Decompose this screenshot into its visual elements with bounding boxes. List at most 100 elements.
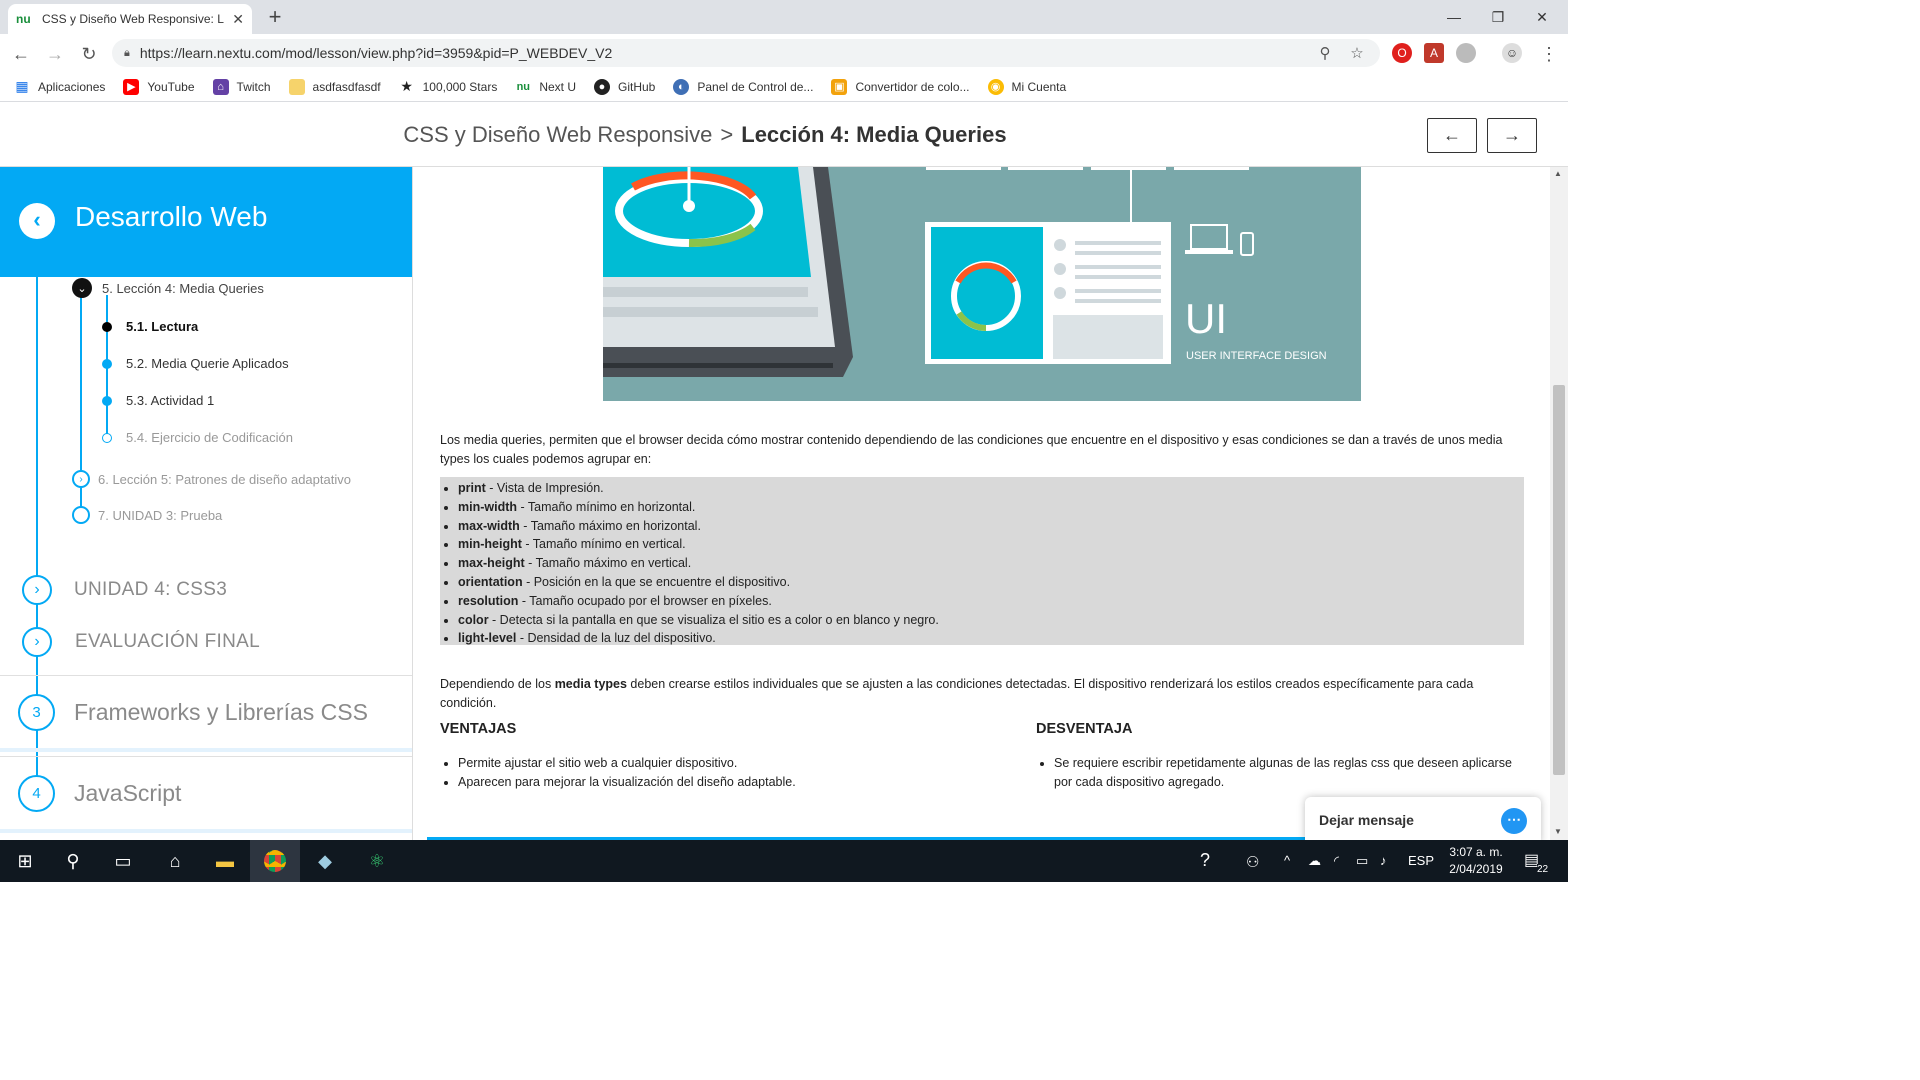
panel-icon: ◐ — [673, 78, 690, 95]
opera-extension-icon[interactable]: O — [1392, 43, 1412, 63]
breadcrumb-course[interactable]: CSS y Diseño Web Responsive — [403, 122, 712, 148]
chrome-icon[interactable] — [250, 840, 300, 882]
list-item: Se requiere escribir repetidamente algun… — [1054, 754, 1516, 792]
chat-widget[interactable]: Dejar mensaje ⋯ — [1305, 797, 1541, 843]
folder-icon — [288, 78, 305, 95]
scroll-up-icon[interactable]: ▲ — [1554, 169, 1562, 178]
bookmark-stars[interactable]: ★ 100,000 Stars — [399, 78, 497, 95]
search-icon[interactable]: ⚲ — [48, 840, 98, 882]
twitch-icon: ⌂ — [212, 78, 229, 95]
sidebar-module-4[interactable]: 4 JavaScript — [18, 775, 181, 812]
prev-page-button[interactable]: ← — [1427, 118, 1477, 153]
list-item: max-width - Tamaño máximo en horizontal. — [458, 517, 1524, 536]
current-dot-icon — [102, 321, 112, 332]
nextu-icon: nu — [516, 80, 531, 93]
chat-label: Dejar mensaje — [1319, 812, 1414, 828]
sidebar-item-evaluacion-final[interactable]: › EVALUACIÓN FINAL — [22, 627, 260, 657]
divider — [0, 829, 412, 833]
list-item: min-width - Tamaño mínimo en horizontal. — [458, 498, 1524, 517]
media-types-paragraph: Dependiendo de los media types deben cre… — [440, 677, 1474, 710]
volume-icon[interactable]: ♪ — [1380, 853, 1387, 868]
page-scrollbar[interactable]: ▲ ▼ — [1550, 167, 1568, 840]
list-item: resolution - Tamaño ocupado por el brows… — [458, 592, 1524, 611]
chevron-up-icon[interactable]: ^ — [1284, 853, 1290, 868]
sidebar-item-unidad-3-prueba[interactable]: 7. UNIDAD 3: Prueba — [72, 506, 222, 524]
windows-taskbar: ⊞ ⚲ ▭ ⌂ ▬ ◆ ⚛ ? ⚇ ^ ☁ ◜ ▭ ♪ ESP 3:07 a. … — [0, 840, 1568, 882]
zoom-icon[interactable]: ⚲ — [1314, 44, 1336, 62]
sidebar-subitem-ejercicio[interactable]: 5.4. Ejercicio de Codificación — [102, 430, 293, 445]
file-explorer-icon[interactable]: ▬ — [200, 840, 250, 882]
close-window-button[interactable]: ✕ — [1520, 4, 1564, 30]
next-page-button[interactable]: → — [1487, 118, 1537, 153]
reload-button[interactable]: ↻ — [76, 41, 102, 67]
bookmark-github[interactable]: ● GitHub — [594, 78, 655, 95]
bookmark-nextu[interactable]: nu Next U — [515, 79, 576, 95]
wifi-icon[interactable]: ◜ — [1334, 853, 1339, 869]
lesson-content: UI USER INTERFACE DESIGN Los media queri… — [427, 167, 1540, 840]
new-tab-button[interactable]: + — [262, 6, 288, 30]
menu-kebab-icon[interactable]: ⋮ — [1536, 41, 1562, 67]
sidebar-item-label: JavaScript — [74, 780, 182, 806]
bookmark-star-icon[interactable]: ☆ — [1346, 44, 1368, 62]
language-indicator[interactable]: ESP — [1408, 853, 1434, 868]
help-icon[interactable]: ? — [1200, 850, 1210, 871]
sidebar-item-current-lesson[interactable]: ⌄ 5. Lección 4: Media Queries — [72, 278, 264, 298]
github-icon: ● — [594, 78, 610, 95]
pdf-extension-icon[interactable]: A — [1424, 43, 1444, 63]
clock[interactable]: 3:07 a. m. 2/04/2019 — [1440, 844, 1512, 878]
bookmark-panel[interactable]: ◐ Panel de Control de... — [673, 78, 813, 95]
ui-design-illustration — [603, 167, 1254, 377]
sidebar-subitem-media-querie[interactable]: 5.2. Media Querie Aplicados — [102, 356, 289, 371]
clock-time: 3:07 a. m. — [1449, 845, 1503, 859]
scrollbar-thumb[interactable] — [1553, 385, 1565, 775]
browser-tab[interactable]: nu CSS y Diseño Web Responsive: Le ✕ — [8, 4, 252, 34]
atom-icon[interactable]: ⚛ — [352, 840, 402, 882]
bookmark-twitch[interactable]: ⌂ Twitch — [212, 78, 271, 95]
sidebar-subitem-actividad[interactable]: 5.3. Actividad 1 — [102, 393, 214, 408]
divider — [0, 748, 412, 752]
sidebar-item-label: UNIDAD 4: CSS3 — [74, 579, 228, 600]
account-icon: ◉ — [987, 78, 1004, 95]
chat-bubble-icon[interactable]: ⋯ — [1501, 808, 1527, 834]
pending-dot-icon — [102, 432, 112, 443]
battery-icon[interactable]: ▭ — [1356, 853, 1368, 869]
media-types-list: print - Vista de Impresión. min-width - … — [440, 477, 1524, 645]
sidebar-module-3[interactable]: 3 Frameworks y Librerías CSS — [18, 694, 368, 731]
maximize-button[interactable]: ❐ — [1476, 4, 1520, 30]
profile-avatar-icon[interactable]: ☺ — [1502, 43, 1522, 63]
sidebar-item-label: EVALUACIÓN FINAL — [75, 631, 260, 652]
url-text[interactable]: https://learn.nextu.com/mod/lesson/view.… — [140, 45, 1304, 61]
desventaja-heading: DESVENTAJA — [1036, 721, 1133, 737]
sidebar-subitem-lectura[interactable]: 5.1. Lectura — [102, 319, 198, 334]
clock-date: 2/04/2019 — [1449, 862, 1503, 876]
sidebar-item-unidad-4[interactable]: › UNIDAD 4: CSS3 — [22, 575, 227, 605]
youtube-icon: ▶ — [123, 78, 140, 95]
bookmark-converter[interactable]: ▣ Convertidor de colo... — [831, 78, 970, 95]
forward-button[interactable]: → — [42, 41, 68, 67]
store-icon[interactable]: ⌂ — [150, 840, 200, 882]
bookmark-youtube[interactable]: ▶ YouTube — [123, 78, 195, 95]
scroll-down-icon[interactable]: ▼ — [1554, 827, 1562, 836]
windows-start-icon[interactable]: ⊞ — [0, 840, 50, 882]
lesson-header: CSS y Diseño Web Responsive > Lección 4:… — [0, 103, 1568, 167]
hero-caption: USER INTERFACE DESIGN — [1186, 350, 1327, 362]
back-circle-icon[interactable]: ‹ — [19, 203, 55, 239]
bookmark-apps[interactable]: ▦ Aplicaciones — [14, 78, 105, 95]
bookmark-account[interactable]: ◉ Mi Cuenta — [987, 78, 1066, 95]
list-item: color - Detecta si la pantalla en que se… — [458, 611, 1524, 630]
app-icon[interactable]: ◆ — [300, 840, 350, 882]
list-item: max-height - Tamaño máximo en vertical. — [458, 554, 1524, 573]
sidebar-item-label: 7. UNIDAD 3: Prueba — [98, 507, 223, 523]
sidebar-item-lesson-5[interactable]: › 6. Lección 5: Patrones de diseño adapt… — [72, 470, 351, 488]
extension-icon[interactable] — [1456, 43, 1476, 63]
converter-icon: ▣ — [831, 78, 848, 95]
minimize-button[interactable]: — — [1432, 4, 1476, 30]
back-button[interactable]: ← — [8, 41, 34, 67]
task-view-icon[interactable]: ▭ — [98, 840, 148, 882]
omnibox[interactable]: 🔒︎ https://learn.nextu.com/mod/lesson/vi… — [112, 39, 1380, 67]
breadcrumb: CSS y Diseño Web Responsive > Lección 4:… — [0, 103, 1410, 167]
people-icon[interactable]: ⚇ — [1246, 853, 1259, 871]
bookmark-folder[interactable]: asdfasdfasdf — [288, 78, 381, 95]
close-tab-icon[interactable]: ✕ — [232, 11, 244, 28]
cloud-icon[interactable]: ☁ — [1308, 853, 1321, 869]
